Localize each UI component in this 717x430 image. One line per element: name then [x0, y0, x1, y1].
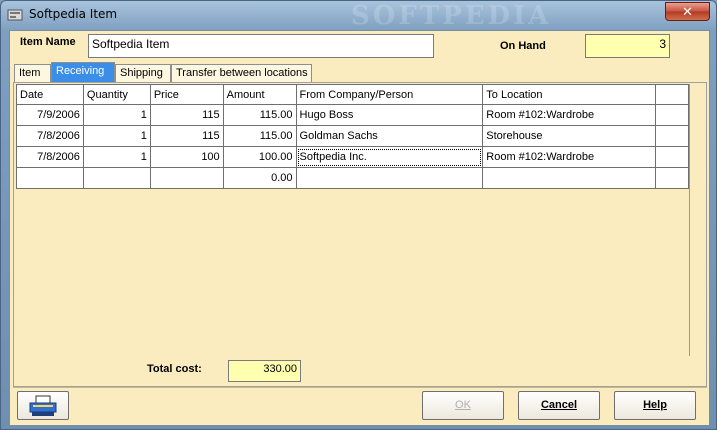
cell-date[interactable] [16, 167, 84, 189]
app-window: Softpedia Item SOFTPEDIA ✕ Item Name Sof… [0, 0, 717, 430]
table-row[interactable]: 7/8/2006 1 100 100.00 Softpedia Inc. Roo… [16, 146, 689, 168]
print-button[interactable] [17, 391, 69, 420]
cell-to-location[interactable]: Room #102:Wardrobe [482, 104, 657, 126]
tab-transfer[interactable]: Transfer between locations [171, 64, 312, 82]
table-row[interactable]: 7/8/2006 1 115 115.00 Goldman Sachs Stor… [16, 125, 689, 147]
item-name-label: Item Name [20, 36, 76, 48]
cell-extra[interactable] [655, 104, 689, 126]
cancel-button[interactable]: Cancel [518, 391, 600, 420]
col-header-extra[interactable] [655, 84, 689, 105]
col-header-date[interactable]: Date [16, 84, 84, 105]
cell-to-location[interactable]: Storehouse [482, 125, 657, 147]
button-bar: OK Cancel Help [13, 387, 707, 425]
help-button[interactable]: Help [614, 391, 696, 420]
col-header-amount[interactable]: Amount [222, 84, 297, 105]
cell-quantity[interactable]: 1 [82, 125, 151, 147]
receiving-panel: Date Quantity Price Amount From Company/… [13, 82, 707, 387]
printer-icon [29, 395, 57, 416]
cell-amount[interactable]: 0.00 [222, 167, 297, 189]
table-row-new[interactable]: 0.00 [16, 167, 689, 189]
grid-header-row: Date Quantity Price Amount From Company/… [16, 84, 689, 105]
cell-price[interactable]: 100 [149, 146, 224, 168]
help-button-label: Help [643, 399, 667, 411]
cancel-button-label: Cancel [540, 399, 578, 411]
cell-quantity[interactable]: 1 [82, 104, 151, 126]
title-bar[interactable]: Softpedia Item SOFTPEDIA ✕ [1, 1, 716, 31]
col-header-to-location[interactable]: To Location [482, 84, 657, 105]
cell-price[interactable] [149, 167, 224, 189]
cell-from[interactable]: Goldman Sachs [295, 125, 484, 147]
cell-quantity[interactable]: 1 [82, 146, 151, 168]
tab-shipping[interactable]: Shipping [115, 64, 171, 82]
cell-date[interactable]: 7/9/2006 [16, 104, 84, 126]
receiving-table: Date Quantity Price Amount From Company/… [16, 84, 689, 189]
item-icon [7, 9, 23, 21]
cell-extra[interactable] [655, 125, 689, 147]
close-button[interactable]: ✕ [665, 2, 710, 21]
total-cost-label: Total cost: [147, 363, 202, 375]
cell-from[interactable]: Softpedia Inc. [295, 146, 484, 168]
cell-extra[interactable] [655, 146, 689, 168]
cell-price[interactable]: 115 [149, 104, 224, 126]
cell-price[interactable]: 115 [149, 125, 224, 147]
on-hand-field[interactable]: 3 [585, 34, 670, 58]
tab-receiving[interactable]: Receiving [51, 62, 115, 82]
cell-to-location[interactable]: Room #102:Wardrobe [482, 146, 657, 168]
tab-item[interactable]: Item [14, 64, 51, 82]
ok-button[interactable]: OK [422, 391, 504, 420]
item-name-field[interactable]: Softpedia Item [88, 34, 434, 58]
window-title: Softpedia Item [29, 7, 118, 21]
cell-amount[interactable]: 115.00 [222, 104, 297, 126]
dialog-client: Item Name Softpedia Item On Hand 3 Item … [9, 30, 710, 426]
cell-from[interactable] [295, 167, 484, 189]
total-cost-field: 330.00 [228, 360, 301, 382]
col-header-quantity[interactable]: Quantity [82, 84, 151, 105]
receiving-grid: Date Quantity Price Amount From Company/… [16, 84, 690, 356]
watermark-text: SOFTPEDIA [351, 1, 552, 31]
table-row[interactable]: 7/9/2006 1 115 115.00 Hugo Boss Room #10… [16, 104, 689, 126]
cell-from[interactable]: Hugo Boss [295, 104, 484, 126]
cell-amount[interactable]: 100.00 [222, 146, 297, 168]
cell-to-location[interactable] [482, 167, 657, 189]
cell-amount[interactable]: 115.00 [222, 125, 297, 147]
col-header-price[interactable]: Price [149, 84, 224, 105]
cell-date[interactable]: 7/8/2006 [16, 146, 84, 168]
ok-button-label: OK [455, 399, 471, 411]
col-header-from[interactable]: From Company/Person [295, 84, 484, 105]
on-hand-label: On Hand [500, 40, 546, 52]
cell-date[interactable]: 7/8/2006 [16, 125, 84, 147]
cell-quantity[interactable] [82, 167, 151, 189]
cell-extra[interactable] [655, 167, 689, 189]
close-icon: ✕ [682, 4, 693, 19]
